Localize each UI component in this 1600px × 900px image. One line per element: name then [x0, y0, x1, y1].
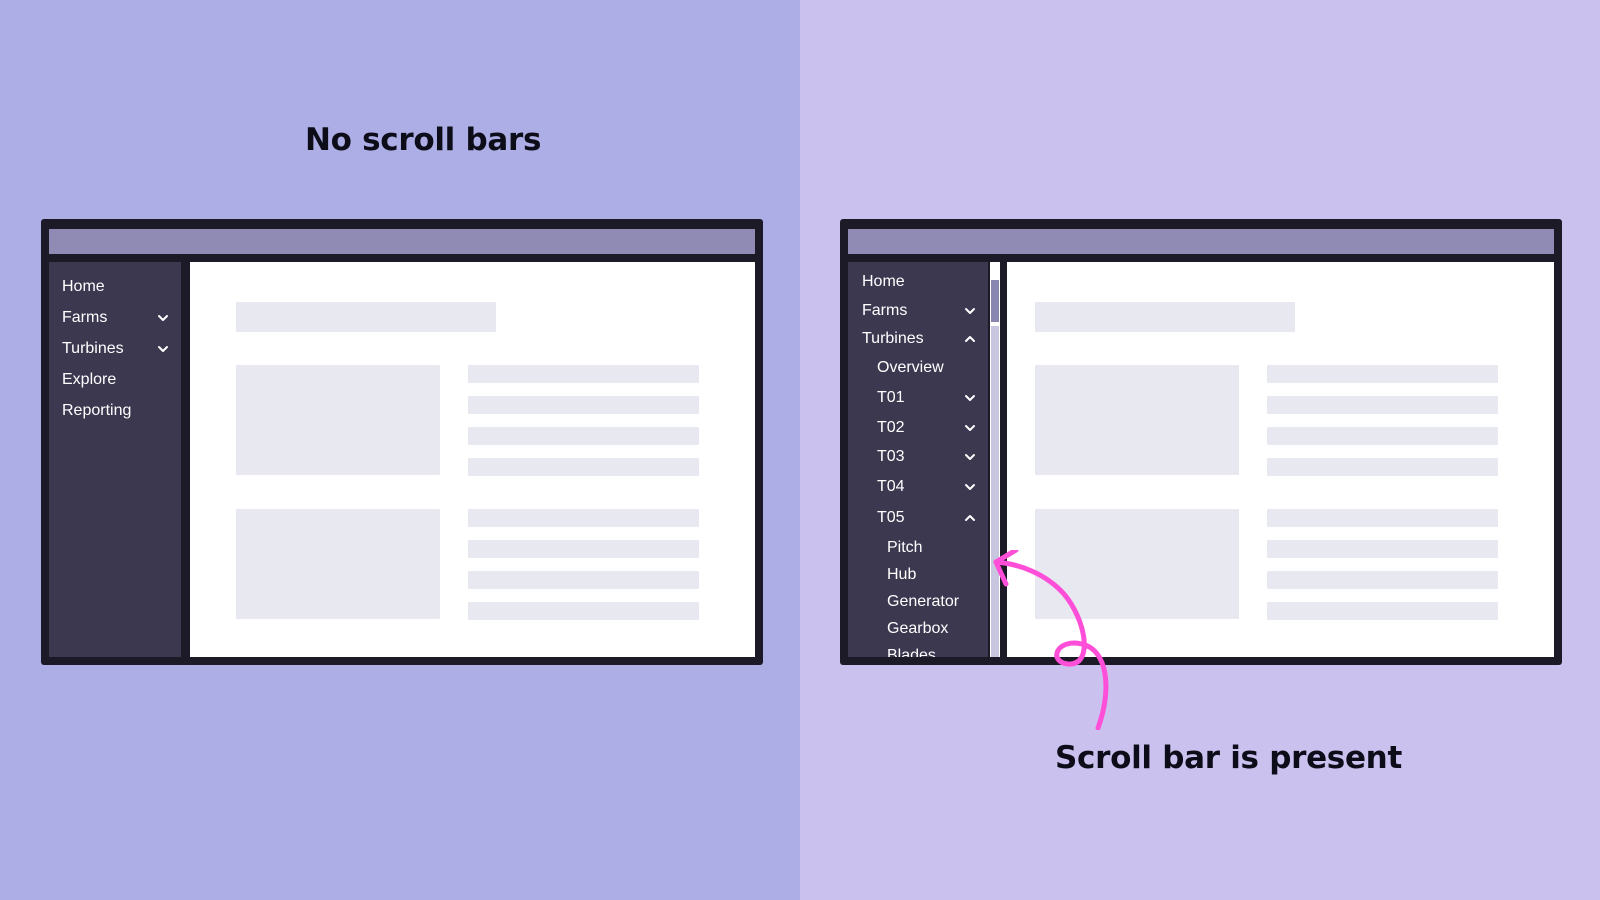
chevron-up-icon[interactable]: [964, 512, 976, 524]
nav-item-turbines[interactable]: Turbines: [848, 329, 988, 349]
chevron-down-icon[interactable]: [964, 481, 976, 493]
placeholder-image: [236, 365, 440, 475]
chevron-down-icon[interactable]: [964, 422, 976, 434]
nav-item-t05[interactable]: T05: [848, 508, 988, 528]
nav-item-label: T04: [877, 478, 905, 495]
nav-item-label: T02: [877, 419, 905, 436]
sidebar: Home Farms Turbines Explore Reporting: [49, 262, 181, 657]
nav-item-label: Blades: [887, 647, 936, 657]
nav-item-label: Reporting: [62, 402, 132, 419]
nav-item-label: Farms: [62, 309, 108, 326]
nav-item-t04[interactable]: T04: [848, 477, 988, 497]
nav-item-label: Turbines: [862, 330, 924, 347]
chevron-down-icon[interactable]: [157, 343, 169, 355]
nav-item-reporting[interactable]: Reporting: [49, 401, 181, 421]
placeholder-line: [1267, 509, 1498, 527]
placeholder-line: [468, 427, 699, 445]
nav-item-t01[interactable]: T01: [848, 388, 988, 408]
nav-item-label: Home: [862, 273, 905, 290]
placeholder-line: [1267, 396, 1498, 414]
annotation-arrow-icon: [993, 550, 1109, 730]
nav-item-label: T03: [877, 448, 905, 465]
placeholder-line: [468, 365, 699, 383]
scrollbar-thumb[interactable]: [991, 280, 999, 322]
nav-item-label: Turbines: [62, 340, 124, 357]
placeholder-line: [468, 509, 699, 527]
title-bar: [49, 229, 755, 254]
placeholder-line: [468, 540, 699, 558]
nav-item-hub[interactable]: Hub: [848, 565, 988, 585]
nav-item-label: Pitch: [887, 539, 923, 556]
placeholder-image: [236, 509, 440, 619]
nav-item-overview[interactable]: Overview: [848, 358, 988, 378]
placeholder-line: [1267, 365, 1498, 383]
nav-item-home[interactable]: Home: [49, 277, 181, 297]
nav-item-gearbox[interactable]: Gearbox: [848, 619, 988, 639]
placeholder-line: [1267, 458, 1498, 476]
placeholder-heading: [1035, 302, 1295, 332]
nav-item-home[interactable]: Home: [848, 272, 988, 292]
placeholder-line: [468, 602, 699, 620]
nav-item-explore[interactable]: Explore: [49, 370, 181, 390]
placeholder-line: [1267, 540, 1498, 558]
nav-item-t03[interactable]: T03: [848, 447, 988, 467]
nav-item-farms[interactable]: Farms: [848, 301, 988, 321]
nav-item-farms[interactable]: Farms: [49, 308, 181, 328]
nav-item-label: T05: [877, 509, 905, 526]
right-caption: Scroll bar is present: [1055, 740, 1402, 776]
main-content: [190, 262, 755, 657]
nav-item-pitch[interactable]: Pitch: [848, 538, 988, 558]
nav-item-label: Generator: [887, 593, 960, 610]
app-window-no-scrollbar: Home Farms Turbines Explore Reporting: [41, 219, 763, 665]
chevron-up-icon[interactable]: [964, 333, 976, 345]
nav-item-label: Gearbox: [887, 620, 949, 637]
placeholder-image: [1035, 365, 1239, 475]
nav-item-label: Farms: [862, 302, 908, 319]
nav-item-generator[interactable]: Generator: [848, 592, 988, 612]
app-window-with-scrollbar: Home Farms Turbines Overview T01 T02 T03…: [840, 219, 1562, 665]
chevron-down-icon[interactable]: [157, 312, 169, 324]
sidebar: Home Farms Turbines Overview T01 T02 T03…: [848, 262, 988, 657]
nav-item-label: Explore: [62, 371, 117, 388]
nav-item-blades[interactable]: Blades: [848, 646, 988, 657]
nav-item-label: Hub: [887, 566, 917, 583]
placeholder-line: [1267, 571, 1498, 589]
left-caption: No scroll bars: [305, 122, 542, 158]
placeholder-line: [468, 458, 699, 476]
placeholder-line: [1267, 602, 1498, 620]
placeholder-line: [1267, 427, 1498, 445]
nav-item-label: Overview: [877, 359, 944, 376]
chevron-down-icon[interactable]: [964, 305, 976, 317]
nav-item-turbines[interactable]: Turbines: [49, 339, 181, 359]
placeholder-heading: [236, 302, 496, 332]
nav-item-label: Home: [62, 278, 105, 295]
nav-item-t02[interactable]: T02: [848, 418, 988, 438]
chevron-down-icon[interactable]: [964, 451, 976, 463]
chevron-down-icon[interactable]: [964, 392, 976, 404]
title-bar: [848, 229, 1554, 254]
placeholder-line: [468, 396, 699, 414]
nav-item-label: T01: [877, 389, 905, 406]
placeholder-line: [468, 571, 699, 589]
